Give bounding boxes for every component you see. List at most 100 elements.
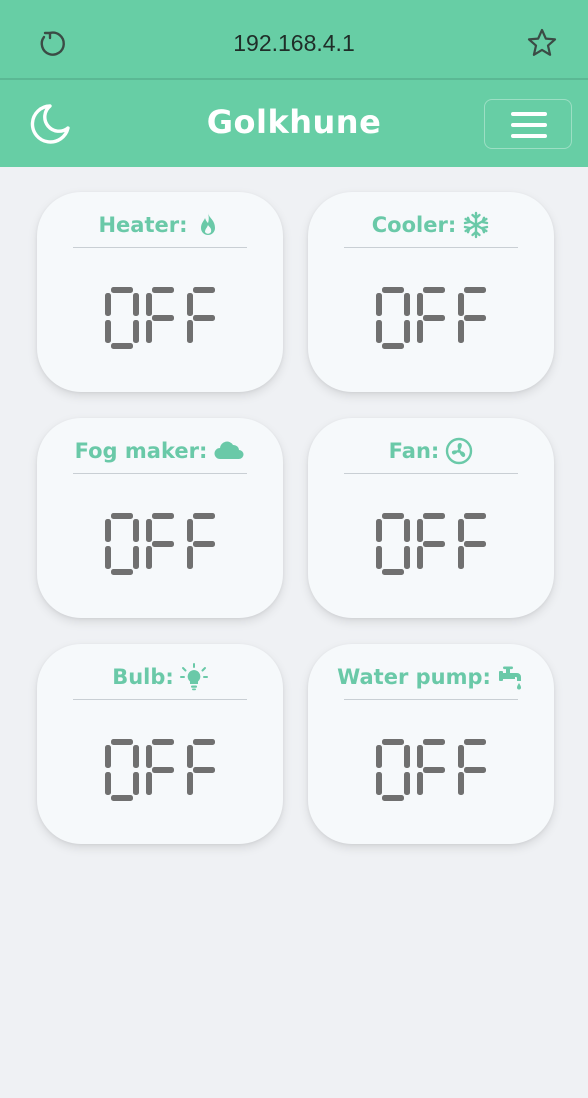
device-card-water-pump[interactable]: Water pump: OFF: [308, 644, 554, 844]
bookmark-star-icon[interactable]: [526, 27, 558, 59]
lcd-segment: [133, 320, 139, 343]
device-label: Cooler:: [371, 213, 457, 237]
device-label: Heater:: [98, 213, 188, 237]
lcd-segment: [111, 343, 133, 349]
lcd-segment: [111, 513, 133, 519]
lcd-segment: [417, 519, 423, 542]
lcd-segment: [464, 513, 486, 519]
cloud-icon: [214, 441, 244, 459]
lcd-segment: [458, 320, 464, 343]
lcd-segment: [133, 745, 139, 768]
fan-icon: [446, 437, 473, 465]
lcd-segment: [146, 546, 152, 569]
lcd-segment: [187, 546, 193, 569]
lcd-segment: [152, 287, 174, 293]
lcd-segment: [111, 739, 133, 745]
lcd-segment: [146, 745, 152, 768]
card-divider: [73, 247, 247, 248]
lightbulb-icon: [179, 663, 208, 691]
lcd-segment: [458, 546, 464, 569]
device-card-fog-maker[interactable]: Fog maker: OFF: [37, 418, 283, 618]
lcd-state-display: OFF: [105, 287, 215, 349]
lcd-segment: [404, 745, 410, 768]
lcd-state-display: OFF: [105, 739, 215, 801]
card-divider: [344, 247, 518, 248]
lcd-segment: [382, 287, 404, 293]
lcd-segment: [382, 795, 404, 801]
lcd-segment: [111, 795, 133, 801]
menu-button[interactable]: [484, 99, 572, 149]
lcd-segment: [187, 519, 193, 542]
lcd-segment: [417, 320, 423, 343]
lcd-state-display: OFF: [376, 739, 486, 801]
lcd-segment: [417, 546, 423, 569]
lcd-segment: [193, 541, 215, 547]
lcd-segment: [105, 745, 111, 768]
lcd-segment: [193, 767, 215, 773]
lcd-segment: [105, 293, 111, 316]
lcd-segment: [382, 739, 404, 745]
lcd-segment: [464, 315, 486, 321]
lcd-segment: [404, 320, 410, 343]
lcd-segment: [187, 745, 193, 768]
lcd-segment: [193, 315, 215, 321]
fire-icon: [200, 213, 215, 235]
lcd-segment: [423, 315, 445, 321]
lcd-segment: [152, 767, 174, 773]
lcd-segment: [376, 519, 382, 542]
lcd-segment: [417, 772, 423, 795]
browser-bar: 192.168.4.1: [0, 0, 588, 80]
lcd-segment: [423, 739, 445, 745]
card-divider: [73, 699, 247, 700]
device-label: Bulb:: [112, 665, 174, 689]
lcd-segment: [382, 343, 404, 349]
lcd-segment: [382, 513, 404, 519]
lcd-segment: [458, 772, 464, 795]
app-header: Golkhune: [0, 80, 588, 167]
device-card-bulb[interactable]: Bulb: OFF: [37, 644, 283, 844]
lcd-segment: [417, 745, 423, 768]
lcd-segment: [146, 772, 152, 795]
snowflake-icon: [464, 211, 489, 239]
lcd-segment: [458, 519, 464, 542]
faucet-icon: [498, 666, 521, 690]
lcd-segment: [404, 519, 410, 542]
card-divider: [73, 473, 247, 474]
device-card-cooler[interactable]: Cooler: OFF: [308, 192, 554, 392]
lcd-segment: [376, 293, 382, 316]
lcd-segment: [458, 293, 464, 316]
lcd-segment: [193, 287, 215, 293]
lcd-segment: [423, 513, 445, 519]
lcd-segment: [133, 546, 139, 569]
lcd-segment: [464, 541, 486, 547]
device-label: Fan:: [388, 439, 440, 463]
card-divider: [344, 473, 518, 474]
lcd-state-display: OFF: [105, 513, 215, 575]
lcd-segment: [187, 293, 193, 316]
lcd-state-display: OFF: [376, 513, 486, 575]
lcd-segment: [152, 739, 174, 745]
lcd-segment: [111, 569, 133, 575]
device-card-heater[interactable]: Heater: OFF: [37, 192, 283, 392]
lcd-segment: [404, 546, 410, 569]
lcd-segment: [423, 541, 445, 547]
lcd-segment: [458, 745, 464, 768]
lcd-segment: [146, 519, 152, 542]
lcd-state-display: OFF: [376, 287, 486, 349]
lcd-segment: [417, 293, 423, 316]
lcd-segment: [464, 287, 486, 293]
lcd-segment: [423, 287, 445, 293]
lcd-segment: [193, 513, 215, 519]
device-card-fan[interactable]: Fan: OFF: [308, 418, 554, 618]
lcd-segment: [376, 546, 382, 569]
lcd-segment: [423, 767, 445, 773]
lcd-segment: [464, 767, 486, 773]
address-bar-url[interactable]: 192.168.4.1: [0, 30, 588, 57]
lcd-segment: [464, 739, 486, 745]
lcd-segment: [105, 519, 111, 542]
lcd-segment: [152, 541, 174, 547]
lcd-segment: [111, 287, 133, 293]
lcd-segment: [382, 569, 404, 575]
device-label: Water pump:: [337, 665, 491, 689]
lcd-segment: [376, 745, 382, 768]
